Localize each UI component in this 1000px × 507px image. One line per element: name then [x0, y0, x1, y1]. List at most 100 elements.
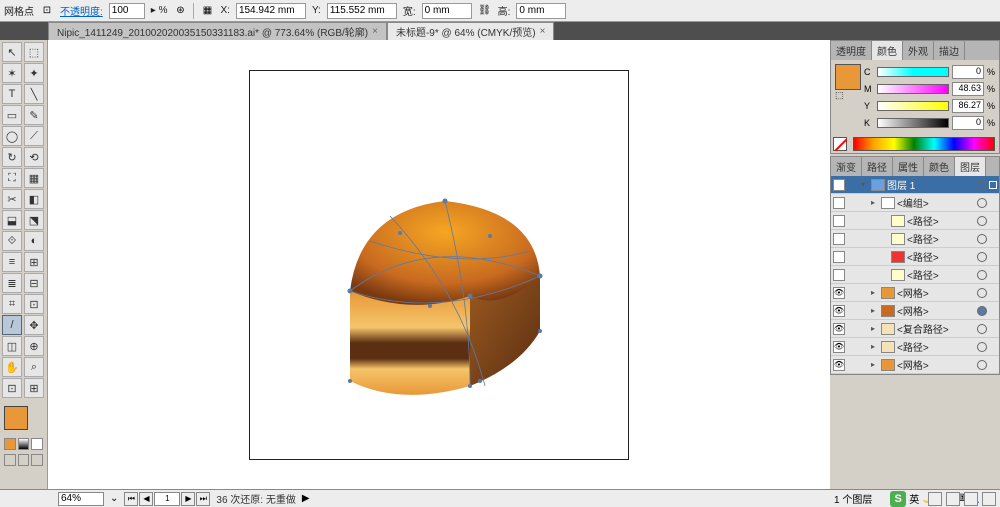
visibility-icon[interactable] — [833, 215, 845, 227]
opacity-label[interactable]: 不透明度: — [60, 3, 103, 18]
channel-value[interactable]: 0 — [952, 116, 984, 130]
none-swatch[interactable] — [833, 137, 847, 151]
new-sublayer-icon[interactable] — [946, 492, 960, 506]
channel-slider[interactable] — [877, 118, 949, 128]
nav-first-icon[interactable]: ⏮ — [124, 492, 138, 506]
y-input[interactable] — [327, 3, 397, 19]
tool-button[interactable]: ✂ — [2, 189, 22, 209]
tool-button[interactable]: ✶ — [2, 63, 22, 83]
tool-button[interactable]: ✥ — [24, 315, 44, 335]
close-icon[interactable]: × — [540, 26, 546, 37]
transform-icon[interactable]: ▦ — [200, 4, 214, 18]
tab-layers[interactable]: 图层 — [955, 157, 986, 176]
layer-row[interactable]: 👁▾图层 1 — [831, 176, 999, 194]
tool-button[interactable]: T — [2, 84, 22, 104]
new-layer-icon[interactable] — [964, 492, 978, 506]
tool-button[interactable]: ≡ — [2, 252, 22, 272]
channel-value[interactable]: 86.27 — [952, 99, 984, 113]
layer-row[interactable]: <路径> — [831, 230, 999, 248]
tab-attributes[interactable]: 属性 — [893, 157, 924, 176]
play-icon[interactable]: ▶ — [302, 493, 310, 504]
trash-icon[interactable] — [982, 492, 996, 506]
screen-mode-normal[interactable] — [4, 454, 16, 466]
link-icon[interactable]: ⛓ — [478, 4, 492, 18]
tool-button[interactable]: ⟋ — [24, 126, 44, 146]
nav-last-icon[interactable]: ⏭ — [196, 492, 210, 506]
cube-icon[interactable]: ⬚ — [835, 90, 849, 106]
artboard-page[interactable]: 1 — [154, 492, 180, 506]
screen-mode-pres[interactable] — [31, 454, 43, 466]
tool-button[interactable]: / — [2, 315, 22, 335]
anchor-icon[interactable]: ⊡ — [40, 4, 54, 18]
channel-value[interactable]: 48.63 — [952, 82, 984, 96]
tool-button[interactable]: ⟲ — [24, 147, 44, 167]
tool-button[interactable]: ↻ — [2, 147, 22, 167]
visibility-icon[interactable]: 👁 — [833, 323, 845, 335]
disclosure-icon[interactable]: ▸ — [871, 324, 879, 333]
tab-swatches[interactable]: 颜色 — [924, 157, 955, 176]
tool-button[interactable]: ◧ — [24, 189, 44, 209]
visibility-icon[interactable]: 👁 — [833, 341, 845, 353]
tab-stroke[interactable]: 描边 — [934, 41, 965, 60]
layer-row[interactable]: 👁▸<网格> — [831, 284, 999, 302]
h-input[interactable] — [516, 3, 566, 19]
tab-appearance[interactable]: 外观 — [903, 41, 934, 60]
color-mode-solid[interactable] — [4, 438, 16, 450]
target-ring[interactable] — [977, 252, 987, 262]
tab-doc-1[interactable]: Nipic_1411249_201002020035150331183.ai* … — [48, 22, 387, 40]
tab-gradient[interactable]: 渐变 — [831, 157, 862, 176]
layer-row[interactable]: 👁▸<网格> — [831, 302, 999, 320]
disclosure-icon[interactable]: ▸ — [871, 342, 879, 351]
tool-button[interactable]: ✎ — [24, 105, 44, 125]
disclosure-icon[interactable]: ▸ — [871, 288, 879, 297]
tool-button[interactable]: ✋ — [2, 357, 22, 377]
close-icon[interactable]: × — [372, 26, 378, 37]
visibility-icon[interactable] — [833, 233, 845, 245]
visibility-icon[interactable] — [833, 251, 845, 263]
target-ring[interactable] — [977, 198, 987, 208]
tool-button[interactable]: ⌗ — [2, 294, 22, 314]
tool-button[interactable]: ≣ — [2, 273, 22, 293]
color-mode-gradient[interactable] — [18, 438, 30, 450]
color-mode-none[interactable] — [31, 438, 43, 450]
tool-button[interactable]: ◯ — [2, 126, 22, 146]
target-ring[interactable] — [977, 360, 987, 370]
tool-button[interactable]: ▭ — [2, 105, 22, 125]
channel-slider[interactable] — [877, 67, 949, 77]
channel-value[interactable]: 0 — [952, 65, 984, 79]
channel-slider[interactable] — [877, 101, 949, 111]
layer-row[interactable]: <路径> — [831, 212, 999, 230]
tool-button[interactable]: ⊞ — [24, 378, 44, 398]
tool-button[interactable]: ╲ — [24, 84, 44, 104]
tab-color[interactable]: 颜色 — [872, 41, 903, 60]
tool-button[interactable]: ⬚ — [24, 42, 44, 62]
visibility-icon[interactable]: 👁 — [833, 287, 845, 299]
tab-transparency[interactable]: 透明度 — [831, 41, 872, 60]
tool-button[interactable]: ⊞ — [24, 252, 44, 272]
disclosure-icon[interactable]: ▸ — [871, 360, 879, 369]
visibility-icon[interactable] — [833, 269, 845, 281]
target-ring[interactable] — [977, 180, 987, 190]
visibility-icon[interactable]: 👁 — [833, 179, 845, 191]
visibility-icon[interactable]: 👁 — [833, 305, 845, 317]
target-ring[interactable] — [977, 216, 987, 226]
x-input[interactable] — [236, 3, 306, 19]
nav-prev-icon[interactable]: ◀ — [139, 492, 153, 506]
layer-row[interactable]: <路径> — [831, 248, 999, 266]
target-ring[interactable] — [977, 342, 987, 352]
tool-button[interactable]: ◐ — [24, 231, 44, 251]
disclosure-icon[interactable]: ▸ — [871, 306, 879, 315]
target-ring[interactable] — [977, 270, 987, 280]
screen-mode-full[interactable] — [18, 454, 30, 466]
zoom-dropdown-icon[interactable]: ⌄ — [110, 493, 118, 504]
layer-row[interactable]: <路径> — [831, 266, 999, 284]
w-input[interactable] — [422, 3, 472, 19]
spectrum-bar[interactable] — [853, 137, 995, 151]
zoom-input[interactable]: 64% — [58, 492, 104, 506]
visibility-icon[interactable] — [833, 197, 845, 209]
layer-row[interactable]: 👁▸<路径> — [831, 338, 999, 356]
disclosure-icon[interactable]: ▾ — [861, 180, 869, 189]
tool-button[interactable]: ↖ — [2, 42, 22, 62]
tool-button[interactable]: ⊟ — [24, 273, 44, 293]
tool-button[interactable]: ⊡ — [24, 294, 44, 314]
